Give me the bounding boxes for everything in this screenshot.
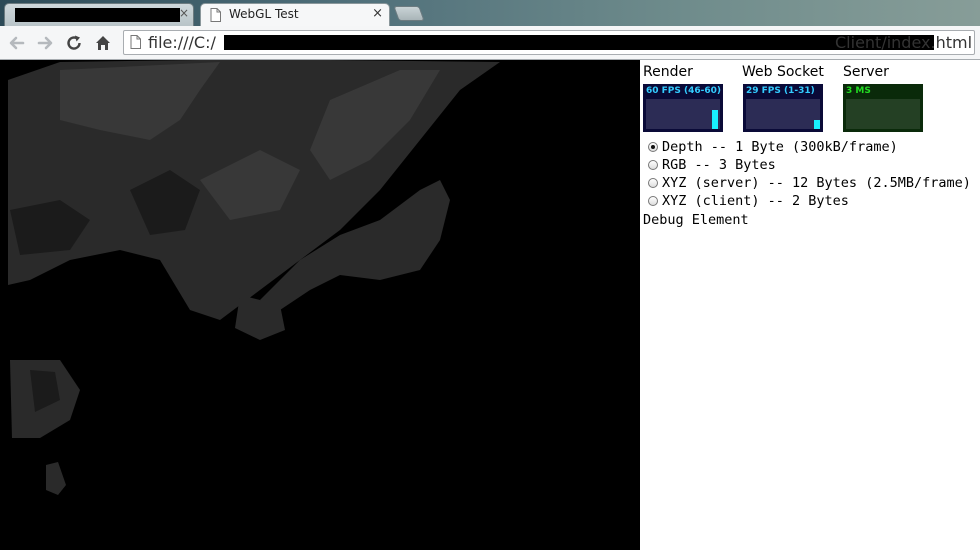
close-icon[interactable]: × (372, 6, 383, 21)
server-ms-graph (846, 99, 920, 129)
redacted-tab-title (15, 8, 180, 22)
option-xyz-server[interactable]: XYZ (server) -- 12 Bytes (2.5MB/frame) (648, 174, 971, 192)
radio-button[interactable] (648, 160, 658, 170)
forward-arrow-icon (37, 36, 53, 50)
websocket-fps-meter[interactable]: 29 FPS (1-31) (743, 84, 823, 132)
render-fps-bar (712, 109, 718, 129)
reload-icon (67, 35, 81, 50)
tab-webgl-test[interactable]: WebGL Test × (200, 3, 390, 26)
server-ms-meter[interactable]: 3 MS (843, 84, 923, 132)
option-label: XYZ (client) -- 2 Bytes (662, 193, 849, 209)
websocket-fps-bar (814, 120, 820, 129)
render-fps-meter[interactable]: 60 FPS (46-60) (643, 84, 723, 132)
option-rgb[interactable]: RGB -- 3 Bytes (648, 156, 971, 174)
tab-redacted[interactable]: × (4, 3, 194, 26)
websocket-fps-graph (746, 99, 820, 129)
radio-button[interactable] (648, 178, 658, 188)
forward-button[interactable] (34, 32, 56, 54)
server-ms-text: 3 MS (846, 86, 871, 96)
websocket-label: Web Socket (742, 64, 824, 80)
back-button[interactable] (6, 32, 28, 54)
depth-render (8, 60, 500, 495)
url-prefix: file:///C:/ (148, 33, 216, 52)
page-icon (130, 35, 141, 49)
debug-element: Debug Element (643, 212, 749, 228)
new-tab-button[interactable] (393, 6, 425, 21)
browser-toolbar: file:///C:/ Client/index.html (0, 26, 980, 60)
control-panel: Render Web Socket Server 60 FPS (46-60) … (640, 60, 980, 550)
render-label: Render (643, 64, 693, 80)
reload-button[interactable] (63, 32, 85, 54)
tab-title: WebGL Test (229, 7, 299, 21)
server-label: Server (843, 64, 889, 80)
radio-button[interactable] (648, 142, 658, 152)
option-label: RGB -- 3 Bytes (662, 157, 776, 173)
back-arrow-icon (9, 36, 25, 50)
option-xyz-client[interactable]: XYZ (client) -- 2 Bytes (648, 192, 971, 210)
home-icon (96, 36, 110, 50)
option-label: XYZ (server) -- 12 Bytes (2.5MB/frame) (662, 175, 971, 191)
option-label: Depth -- 1 Byte (300kB/frame) (662, 139, 898, 155)
websocket-fps-text: 29 FPS (1-31) (746, 86, 815, 96)
option-depth[interactable]: Depth -- 1 Byte (300kB/frame) (648, 138, 971, 156)
page-icon (210, 8, 221, 22)
address-bar[interactable]: file:///C:/ Client/index.html (123, 30, 975, 55)
render-fps-graph (646, 99, 720, 129)
home-button[interactable] (92, 32, 114, 54)
radio-button[interactable] (648, 196, 658, 206)
webgl-canvas[interactable] (0, 60, 640, 550)
close-icon[interactable]: × (179, 6, 189, 20)
tab-strip: × WebGL Test × (0, 0, 980, 26)
render-fps-text: 60 FPS (46-60) (646, 86, 722, 96)
url-suffix: Client/index.html (835, 33, 973, 52)
redacted-url-segment (224, 35, 934, 50)
encoding-options: Depth -- 1 Byte (300kB/frame) RGB -- 3 B… (648, 138, 971, 210)
